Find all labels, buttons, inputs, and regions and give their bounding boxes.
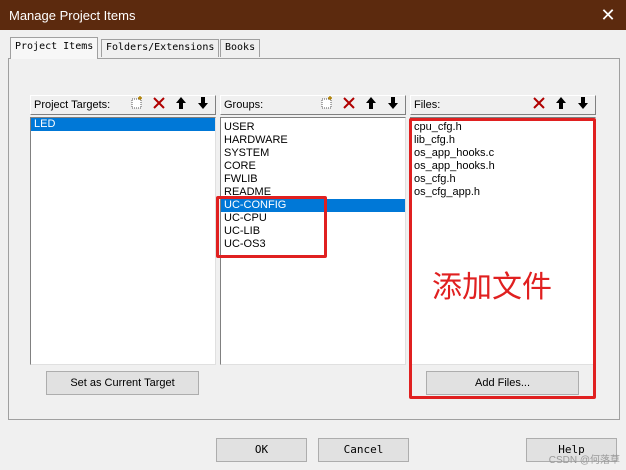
files-label: Files:: [414, 99, 441, 111]
targets-header: Project Targets:: [30, 95, 216, 115]
cancel-button[interactable]: Cancel: [318, 438, 409, 462]
move-up-group-icon[interactable]: [361, 96, 381, 114]
files-highlight-box: [409, 118, 596, 399]
new-target-icon[interactable]: [127, 96, 147, 114]
tab-folders-extensions[interactable]: Folders/Extensions: [101, 39, 220, 57]
list-item[interactable]: FWLIB: [221, 173, 405, 186]
list-item[interactable]: SYSTEM: [221, 147, 405, 160]
annotation-text: 添加文件: [432, 270, 552, 305]
tab-project-items[interactable]: Project Items: [10, 37, 99, 59]
delete-file-icon[interactable]: [529, 96, 549, 114]
move-up-target-icon[interactable]: [171, 96, 191, 114]
move-down-group-icon[interactable]: [383, 96, 403, 114]
title-bar: Manage Project Items ✕: [0, 0, 626, 30]
list-item[interactable]: HARDWARE: [221, 134, 405, 147]
groups-highlight-box: [216, 196, 327, 258]
files-header: Files:: [410, 95, 596, 115]
list-item[interactable]: CORE: [221, 160, 405, 173]
new-group-icon[interactable]: [317, 96, 337, 114]
move-down-file-icon[interactable]: [573, 96, 593, 114]
list-item[interactable]: LED: [31, 118, 215, 131]
ok-button[interactable]: OK: [216, 438, 307, 462]
tab-books[interactable]: Books: [220, 39, 261, 57]
targets-list[interactable]: LED: [30, 117, 216, 365]
watermark: CSDN @何落草: [548, 455, 620, 466]
targets-label: Project Targets:: [34, 99, 111, 111]
delete-group-icon[interactable]: [339, 96, 359, 114]
groups-label: Groups:: [224, 99, 264, 111]
set-current-target-button[interactable]: Set as Current Target: [46, 371, 199, 395]
move-down-target-icon[interactable]: [193, 96, 213, 114]
move-up-file-icon[interactable]: [551, 96, 571, 114]
groups-header: Groups:: [220, 95, 406, 115]
delete-target-icon[interactable]: [149, 96, 169, 114]
window-title: Manage Project Items: [9, 8, 136, 23]
list-item[interactable]: USER: [221, 121, 405, 134]
close-icon[interactable]: ✕: [590, 0, 626, 30]
